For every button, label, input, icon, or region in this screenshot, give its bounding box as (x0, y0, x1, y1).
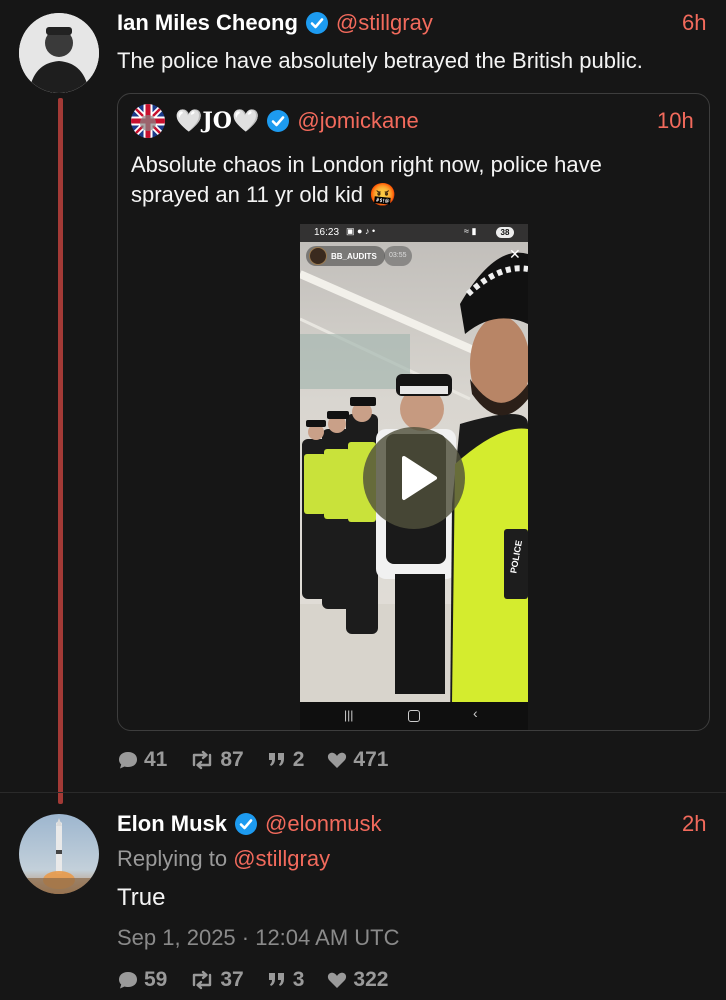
home-icon[interactable] (408, 710, 420, 722)
author-name[interactable]: Ian Miles Cheong (117, 10, 298, 36)
video-thumbnail[interactable]: POLICE 16:23 ▣ ● ♪ • ≈ ▮ 38 BB_AUDITS 03… (300, 224, 528, 730)
reply-author-header: Elon Musk @elonmusk (117, 809, 382, 839)
reply-stats: 59 37 3 322 (117, 967, 388, 993)
reply-count-value: 41 (144, 748, 168, 771)
reply-text: True (117, 884, 166, 911)
quoted-text-line-1: Absolute chaos in London right now, poli… (131, 152, 602, 177)
heart-icon (328, 972, 347, 988)
play-icon (402, 456, 437, 500)
reply-count[interactable]: 41 (117, 748, 167, 772)
quoted-author-avatar[interactable] (131, 104, 165, 138)
verified-badge-icon (267, 110, 290, 132)
recent-apps-icon[interactable]: ||| (344, 708, 353, 722)
retweet-count-value: 87 (220, 748, 244, 771)
author-header: Ian Miles Cheong @stillgray (117, 8, 433, 38)
battery-icon: 38 (496, 227, 514, 238)
retweet-icon (193, 750, 212, 770)
like-count-value: 322 (353, 968, 389, 991)
like-count[interactable]: 322 (326, 968, 388, 992)
quote-count-value: 2 (292, 748, 305, 771)
quoted-author-header: 🤍JO🤍 @jomickane (175, 106, 419, 136)
tweet-text: The police have absolutely betrayed the … (117, 48, 643, 73)
wifi-signal-icon: ≈ ▮ (464, 226, 477, 236)
like-count-value: 471 (353, 748, 389, 771)
play-button[interactable] (363, 427, 465, 529)
retweet-icon (193, 970, 212, 990)
replying-to-handle[interactable]: @stillgray (233, 846, 330, 871)
comment-icon (119, 752, 137, 769)
reply-time[interactable]: 2h (682, 811, 706, 837)
thread-line (58, 98, 63, 804)
author-avatar[interactable] (19, 13, 99, 93)
like-count[interactable]: 471 (326, 748, 388, 772)
close-icon[interactable]: ✕ (509, 246, 521, 262)
quote-count[interactable]: 3 (266, 968, 305, 992)
reply-author-name[interactable]: Elon Musk (117, 811, 227, 837)
channel-avatar (309, 247, 327, 265)
verified-badge-icon (305, 12, 328, 34)
quoted-tweet-time[interactable]: 10h (657, 108, 694, 134)
status-bar-icons: ▣ ● ♪ • (346, 226, 376, 236)
video-duration-badge: 03:55 (384, 246, 412, 266)
quoted-tweet-text: Absolute chaos in London right now, poli… (131, 150, 602, 210)
tweet-stats: 41 87 2 471 (117, 747, 388, 773)
divider (0, 792, 726, 793)
reply-author-handle[interactable]: @elonmusk (265, 811, 382, 837)
reply-timestamp[interactable]: Sep 1, 2025 · 12:04 AM UTC (117, 924, 400, 952)
channel-label: BB_AUDITS (331, 251, 377, 261)
author-handle[interactable]: @stillgray (336, 10, 433, 36)
reply-count-value: 59 (144, 968, 168, 991)
quote-count-value: 3 (292, 968, 305, 991)
comment-icon (119, 972, 137, 989)
retweet-count-value: 37 (220, 968, 244, 991)
retweet-count[interactable]: 87 (189, 748, 244, 772)
back-icon[interactable]: ‹ (473, 705, 478, 721)
quote-icon (268, 973, 284, 986)
reply-count[interactable]: 59 (117, 968, 167, 992)
tweet-time[interactable]: 6h (682, 10, 706, 36)
quoted-author-name[interactable]: 🤍JO🤍 (175, 108, 259, 134)
replying-to: Replying to @stillgray (117, 845, 330, 873)
quote-icon (268, 753, 284, 766)
retweet-count[interactable]: 37 (189, 968, 244, 992)
quoted-text-line-2: sprayed an 11 yr old kid 🤬 (131, 182, 397, 207)
quoted-author-handle[interactable]: @jomickane (297, 108, 418, 134)
channel-pill: BB_AUDITS (306, 246, 385, 266)
replying-to-label: Replying to (117, 846, 228, 871)
status-bar-time: 16:23 (314, 227, 340, 238)
reply-author-avatar[interactable] (19, 814, 99, 894)
verified-badge-icon (235, 813, 258, 835)
quote-count[interactable]: 2 (266, 748, 305, 772)
heart-icon (328, 752, 347, 768)
